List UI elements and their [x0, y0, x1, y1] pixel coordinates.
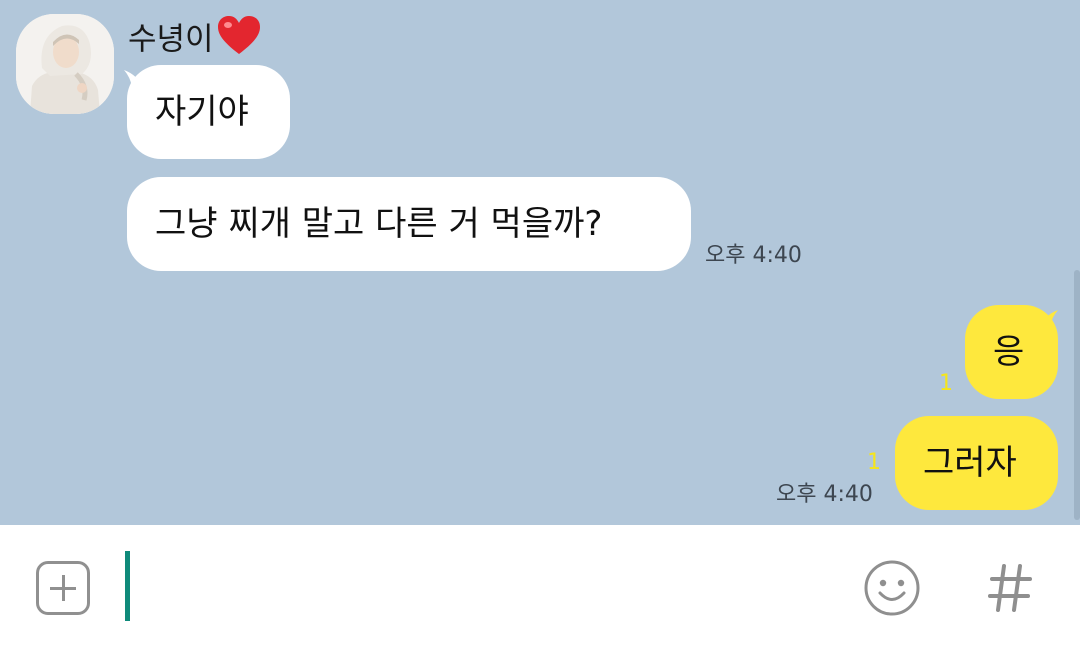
- received-message-text: 자기야: [155, 92, 249, 132]
- message-input[interactable]: [120, 546, 824, 628]
- sent-message-text: 응: [993, 332, 1025, 372]
- sent-message-bubble[interactable]: 그러자: [895, 416, 1058, 510]
- chat-area[interactable]: 수녕이 자기야 그냥 찌개 말고 다른 거 먹을까? 오후 4:40 응 1 그…: [0, 0, 1080, 525]
- sender-name-text: 수녕이: [128, 21, 214, 58]
- unread-count: 1: [939, 371, 953, 396]
- sent-message-bubble[interactable]: 응: [965, 305, 1058, 399]
- received-message-text: 그냥 찌개 말고 다른 거 먹을까?: [155, 204, 603, 244]
- sender-avatar[interactable]: [16, 14, 114, 114]
- sender-name: 수녕이: [128, 14, 262, 58]
- plus-icon-stroke: [62, 575, 65, 601]
- hashtag-search-button[interactable]: [984, 560, 1036, 616]
- received-message-bubble[interactable]: 그냥 찌개 말고 다른 거 먹을까?: [127, 177, 691, 271]
- scrollbar-thumb[interactable]: [1074, 270, 1080, 520]
- message-timestamp: 오후 4:40: [705, 243, 802, 268]
- attach-plus-button[interactable]: [36, 561, 90, 615]
- heart-icon: [216, 14, 262, 68]
- emoji-button[interactable]: [862, 558, 922, 618]
- sent-message-text: 그러자: [923, 443, 1017, 483]
- hash-icon: [988, 564, 1032, 612]
- text-cursor: [125, 551, 130, 621]
- message-timestamp: 오후 4:40: [776, 482, 873, 507]
- unread-count: 1: [867, 450, 881, 475]
- received-message-bubble[interactable]: 자기야: [127, 65, 290, 159]
- smiley-icon: [864, 560, 920, 616]
